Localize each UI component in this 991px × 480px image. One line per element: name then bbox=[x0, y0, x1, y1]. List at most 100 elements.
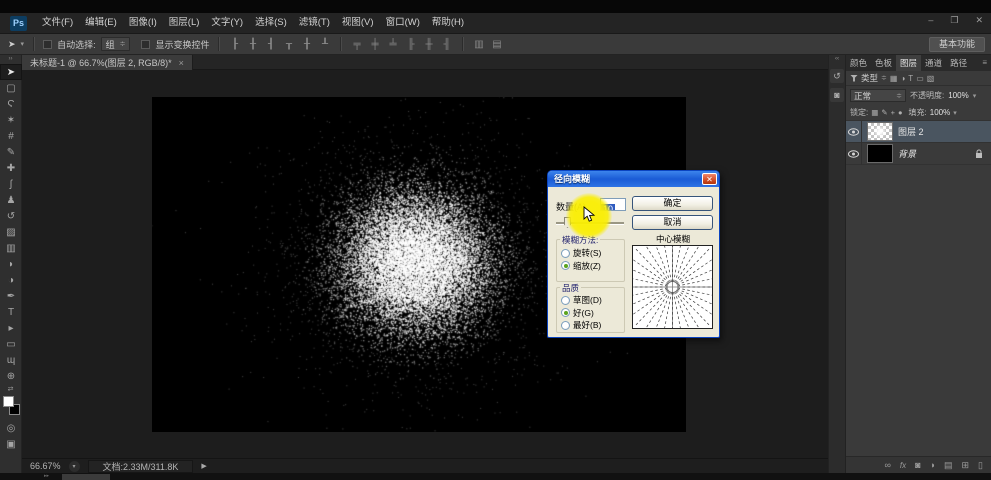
radio-spin[interactable]: 旋转(S) bbox=[557, 247, 624, 260]
align-bottom-icon[interactable]: ┸ bbox=[318, 39, 331, 50]
dialog-title-bar[interactable]: 径向模糊 bbox=[548, 171, 719, 187]
marquee-tool[interactable]: ▢ bbox=[0, 80, 22, 96]
radio-best[interactable]: 最好(B) bbox=[557, 319, 624, 332]
type-tool[interactable]: T bbox=[0, 304, 22, 320]
layer-group-icon[interactable]: ▤ bbox=[944, 460, 953, 471]
distribute-left-icon[interactable]: ╟ bbox=[404, 39, 417, 50]
clone-stamp-tool[interactable]: ♟ bbox=[0, 192, 22, 208]
foreground-color-swatch[interactable] bbox=[3, 396, 14, 407]
layer-thumbnail[interactable] bbox=[867, 144, 893, 163]
menu-layer[interactable]: 图层(L) bbox=[163, 13, 206, 33]
layer-name[interactable]: 图层 2 bbox=[898, 125, 924, 138]
path-selection-tool[interactable]: ▸ bbox=[0, 320, 22, 336]
blur-center-preview[interactable] bbox=[632, 245, 713, 329]
new-layer-icon[interactable]: ⊞ bbox=[962, 460, 970, 471]
menu-select[interactable]: 选择(S) bbox=[249, 13, 293, 33]
dialog-close-icon[interactable]: ✕ bbox=[702, 173, 717, 185]
visibility-cell[interactable] bbox=[846, 143, 862, 165]
healing-brush-tool[interactable]: ✚ bbox=[0, 160, 22, 176]
move-tool-icon[interactable]: ➤ bbox=[8, 39, 16, 50]
lock-pixels-icon[interactable]: ✎ bbox=[881, 108, 887, 117]
distribute-bottom-icon[interactable]: ╧ bbox=[386, 39, 399, 50]
layer-name[interactable]: 背景 bbox=[898, 147, 916, 160]
tab-layers[interactable]: 图层 bbox=[896, 55, 921, 71]
tab-paths[interactable]: 路径 bbox=[946, 55, 971, 71]
align-h-center-icon[interactable]: ╂ bbox=[246, 39, 259, 50]
adjustment-layers-filter-icon[interactable]: ◑ bbox=[900, 74, 905, 83]
radio-zoom[interactable]: 缩放(Z) bbox=[557, 260, 624, 273]
tab-channels[interactable]: 通道 bbox=[921, 55, 946, 71]
layer-effects-icon[interactable]: fx bbox=[900, 461, 906, 470]
hand-tool[interactable]: ɰ bbox=[0, 352, 22, 368]
eraser-tool[interactable]: ▨ bbox=[0, 224, 22, 240]
eyedropper-tool[interactable]: ✎ bbox=[0, 144, 22, 160]
lock-position-icon[interactable]: + bbox=[891, 108, 895, 117]
layer-row-layer2[interactable]: 图层 2 bbox=[846, 121, 991, 143]
history-brush-tool[interactable]: ↺ bbox=[0, 208, 22, 224]
align-left-icon[interactable]: ┠ bbox=[228, 39, 241, 50]
fill-caret-icon[interactable]: ▾ bbox=[953, 109, 957, 117]
move-tool[interactable]: ➤ bbox=[0, 64, 22, 80]
properties-panel-icon[interactable]: ◙ bbox=[830, 88, 844, 102]
menu-help[interactable]: 帮助(H) bbox=[426, 13, 470, 33]
lasso-tool[interactable]: Ϛ bbox=[0, 96, 22, 112]
delete-layer-icon[interactable]: ▯ bbox=[978, 460, 983, 471]
auto-blend-icon[interactable]: ▤ bbox=[490, 39, 503, 50]
menu-window[interactable]: 窗口(W) bbox=[380, 13, 426, 33]
dodge-tool[interactable]: ◑ bbox=[0, 272, 22, 288]
panel-menu-icon[interactable]: ≡ bbox=[982, 55, 991, 71]
fill-value[interactable]: 100% bbox=[930, 108, 950, 117]
zoom-tool[interactable]: ⊕ bbox=[0, 368, 22, 384]
radio-good[interactable]: 好(G) bbox=[557, 307, 624, 320]
tool-preset-caret-icon[interactable]: ▾ bbox=[21, 40, 25, 48]
distribute-v-center-icon[interactable]: ╪ bbox=[368, 39, 381, 50]
lock-transparent-icon[interactable]: ▦ bbox=[871, 108, 878, 117]
lock-all-icon[interactable]: ● bbox=[898, 108, 903, 117]
auto-select-dropdown[interactable]: 组 ≑ bbox=[101, 37, 131, 51]
quick-mask-button[interactable]: ◎ bbox=[0, 420, 22, 436]
distribute-right-icon[interactable]: ╢ bbox=[440, 39, 453, 50]
tab-swatches[interactable]: 色板 bbox=[871, 55, 896, 71]
zoom-level[interactable]: 66.67% bbox=[30, 461, 61, 471]
align-top-icon[interactable]: ┰ bbox=[282, 39, 295, 50]
distribute-top-icon[interactable]: ╤ bbox=[350, 39, 363, 50]
ok-button[interactable]: 确定 bbox=[632, 196, 713, 211]
blur-tool[interactable]: ◗ bbox=[0, 256, 22, 272]
menu-view[interactable]: 视图(V) bbox=[336, 13, 380, 33]
menu-edit[interactable]: 编辑(E) bbox=[79, 13, 123, 33]
align-right-icon[interactable]: ┨ bbox=[264, 39, 277, 50]
history-panel-icon[interactable]: ↺ bbox=[830, 69, 844, 83]
menu-file[interactable]: 文件(F) bbox=[36, 13, 79, 33]
shape-tool[interactable]: ▭ bbox=[0, 336, 22, 352]
opacity-caret-icon[interactable]: ▾ bbox=[973, 92, 977, 100]
layer-mask-icon[interactable]: ◙ bbox=[915, 460, 920, 470]
filter-funnel-icon[interactable] bbox=[850, 75, 858, 82]
layer-thumbnail[interactable] bbox=[867, 122, 893, 141]
tab-color[interactable]: 颜色 bbox=[846, 55, 871, 71]
workspace-switcher-button[interactable]: 基本功能 bbox=[929, 37, 985, 52]
pixel-layers-filter-icon[interactable]: ▦ bbox=[890, 74, 898, 83]
auto-align-icon[interactable]: ▥ bbox=[472, 39, 485, 50]
menu-type[interactable]: 文字(Y) bbox=[205, 13, 249, 33]
opacity-value[interactable]: 100% bbox=[948, 91, 968, 100]
close-icon[interactable]: ✕ bbox=[975, 15, 983, 26]
status-arrow-icon[interactable]: ▶ bbox=[201, 462, 206, 470]
smart-object-filter-icon[interactable]: ▧ bbox=[927, 74, 935, 83]
filter-caret-icon[interactable]: ≑ bbox=[881, 74, 887, 82]
radio-draft[interactable]: 草图(D) bbox=[557, 294, 624, 307]
gradient-tool[interactable]: ▥ bbox=[0, 240, 22, 256]
type-layers-filter-icon[interactable]: T bbox=[908, 74, 913, 83]
distribute-h-center-icon[interactable]: ╫ bbox=[422, 39, 435, 50]
toolbar-collapse-icon[interactable]: ›› bbox=[0, 55, 21, 64]
visibility-cell[interactable] bbox=[846, 121, 862, 143]
adjustment-layer-icon[interactable]: ◑ bbox=[930, 460, 935, 470]
restore-icon[interactable]: ❐ bbox=[950, 15, 958, 26]
align-v-center-icon[interactable]: ╂ bbox=[300, 39, 313, 50]
shape-layers-filter-icon[interactable]: ▭ bbox=[916, 74, 924, 83]
tab-close-icon[interactable]: × bbox=[179, 58, 184, 68]
rail-collapse-icon[interactable]: ‹‹ bbox=[829, 55, 845, 64]
swap-colors-icon[interactable]: ⇄ bbox=[0, 384, 21, 394]
menu-image[interactable]: 图像(I) bbox=[123, 13, 163, 33]
pen-tool[interactable]: ✒ bbox=[0, 288, 22, 304]
minimize-icon[interactable]: – bbox=[928, 15, 933, 26]
